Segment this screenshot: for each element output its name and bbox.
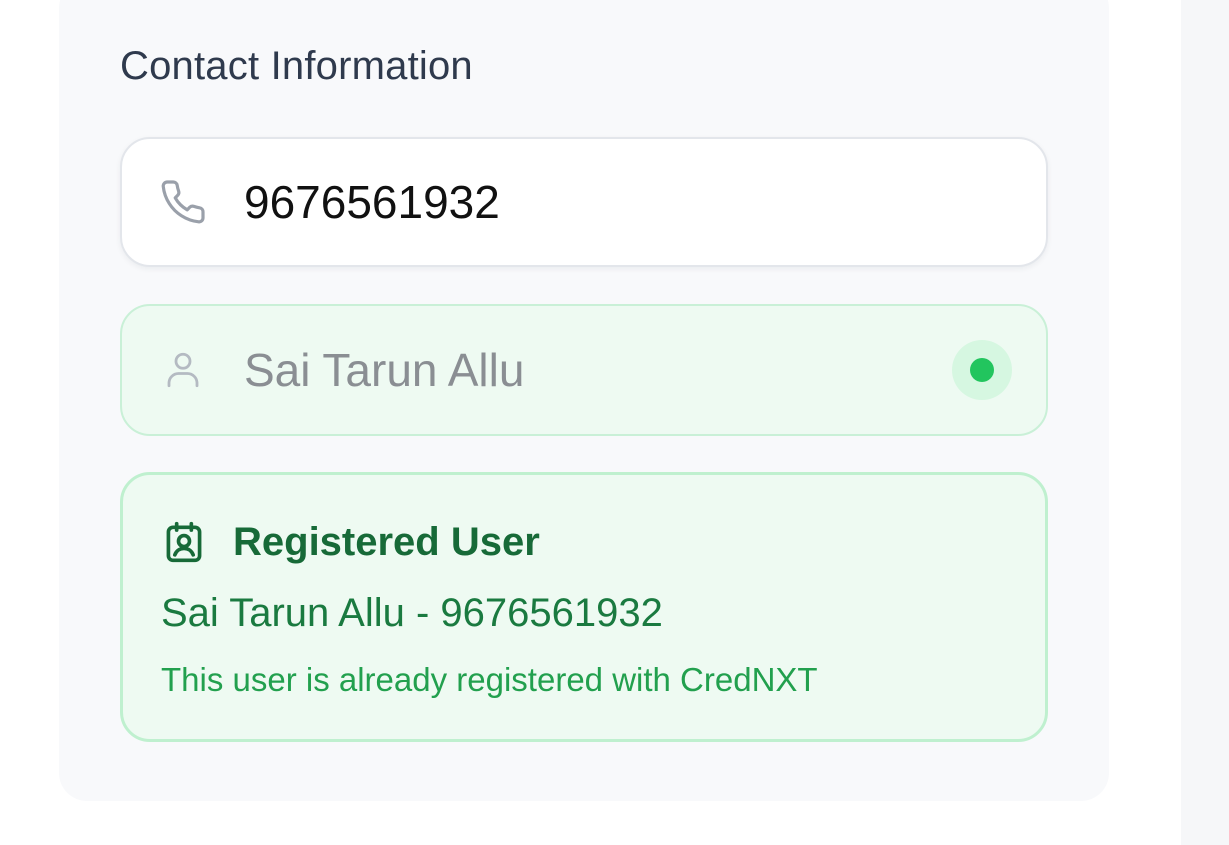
phone-field[interactable] (120, 137, 1048, 267)
status-dot-icon (970, 358, 994, 382)
registered-user-title: Registered User (233, 519, 540, 564)
name-field[interactable] (120, 304, 1048, 436)
user-icon (158, 345, 208, 395)
name-input[interactable] (244, 340, 936, 400)
phone-input[interactable] (244, 172, 936, 232)
registered-user-detail: Sai Tarun Allu - 9676561932 (161, 591, 663, 635)
registered-user-note: This user is already registered with Cre… (161, 661, 818, 698)
registered-user-box: Registered User Sai Tarun Allu - 9676561… (120, 472, 1048, 742)
right-rail-panel (1181, 0, 1229, 845)
registered-user-header: Registered User (161, 519, 540, 565)
status-indicator (952, 340, 1012, 400)
page: Contact Information 9676561932 Sai Tarun… (0, 0, 1229, 845)
id-badge-icon (161, 519, 207, 565)
section-title: Contact Information (120, 44, 473, 88)
phone-icon (158, 177, 208, 227)
